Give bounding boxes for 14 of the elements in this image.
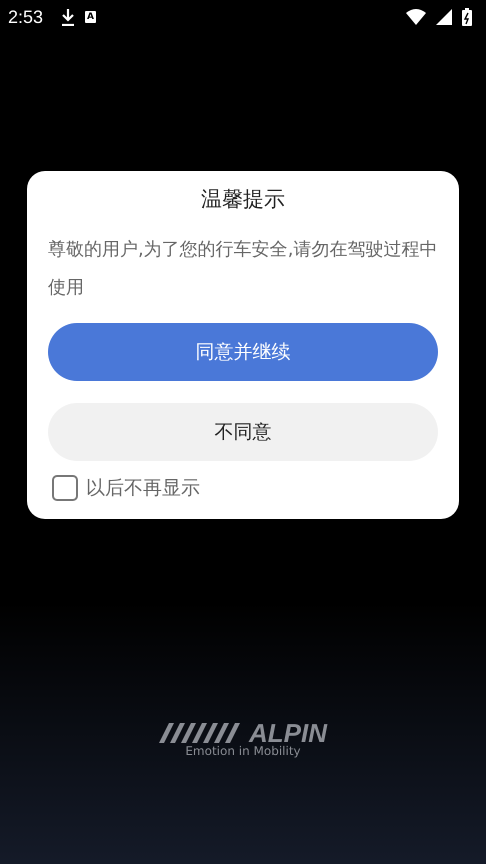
checkbox-label: 以后不再显示 bbox=[86, 476, 200, 501]
signal-icon bbox=[436, 9, 452, 25]
dialog-message: 尊敬的用户,为了您的行车安全,请勿在驾驶过程中使用 bbox=[48, 238, 438, 300]
dialog-title: 温馨提示 bbox=[200, 186, 286, 213]
disagree-button[interactable]: 不同意 bbox=[48, 403, 438, 461]
logo-tagline: Emotion in Mobility bbox=[185, 744, 301, 758]
checkbox[interactable] bbox=[52, 475, 78, 501]
download-icon bbox=[61, 8, 76, 26]
wifi-icon bbox=[406, 9, 426, 25]
agree-button[interactable]: 同意并继续 bbox=[48, 323, 438, 381]
logo-wordmark: ALPIN bbox=[249, 722, 327, 744]
clock: 2:53 bbox=[8, 6, 44, 28]
notification-icon: A bbox=[85, 11, 96, 23]
battery-icon bbox=[462, 8, 472, 26]
